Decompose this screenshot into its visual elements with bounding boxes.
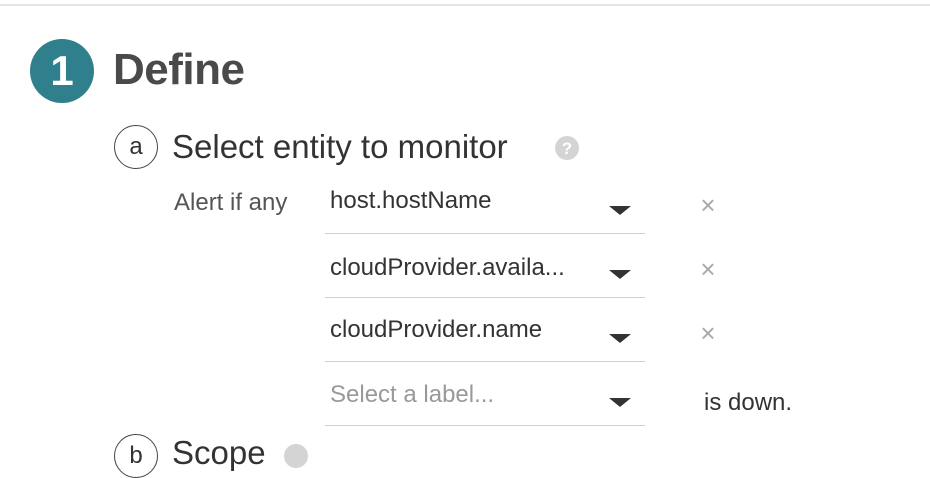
substep-title: Select entity to monitor xyxy=(172,128,508,165)
label-select-value: host.hostName xyxy=(330,187,492,214)
step-title: Define xyxy=(113,45,245,94)
alert-prefix-label: Alert if any xyxy=(174,189,288,216)
next-substep-title: Scope xyxy=(172,434,266,471)
chevron-down-icon[interactable] xyxy=(609,206,631,215)
label-select-empty[interactable]: Select a label... xyxy=(325,362,645,426)
label-select-placeholder: Select a label... xyxy=(330,381,495,408)
step-number: 1 xyxy=(50,47,74,94)
substep-letter-badge: a xyxy=(114,125,158,169)
label-select-value: cloudProvider.name xyxy=(330,316,543,343)
chevron-down-icon[interactable] xyxy=(609,270,631,279)
next-substep-letter-badge: b xyxy=(114,434,158,478)
help-icon-glyph: ? xyxy=(561,138,573,158)
alert-suffix-label: is down. xyxy=(704,389,793,416)
label-select-1[interactable]: host.hostName xyxy=(325,170,645,234)
next-substep-letter: b xyxy=(129,442,143,469)
help-icon[interactable]: ? xyxy=(555,136,579,160)
label-select-value: cloudProvider.availa... xyxy=(330,254,565,281)
chevron-down-icon[interactable] xyxy=(609,398,631,407)
chevron-down-icon[interactable] xyxy=(609,334,631,343)
top-divider xyxy=(0,4,930,6)
label-select-3[interactable]: cloudProvider.name xyxy=(325,298,645,362)
label-select-2[interactable]: cloudProvider.availa... xyxy=(325,234,645,298)
substep-letter: a xyxy=(129,133,143,160)
remove-label-3-icon[interactable]: × xyxy=(697,320,719,346)
remove-label-2-icon[interactable]: × xyxy=(697,256,719,282)
step-number-badge: 1 xyxy=(30,39,94,103)
next-help-icon[interactable] xyxy=(284,444,308,468)
remove-label-1-icon[interactable]: × xyxy=(697,192,719,218)
